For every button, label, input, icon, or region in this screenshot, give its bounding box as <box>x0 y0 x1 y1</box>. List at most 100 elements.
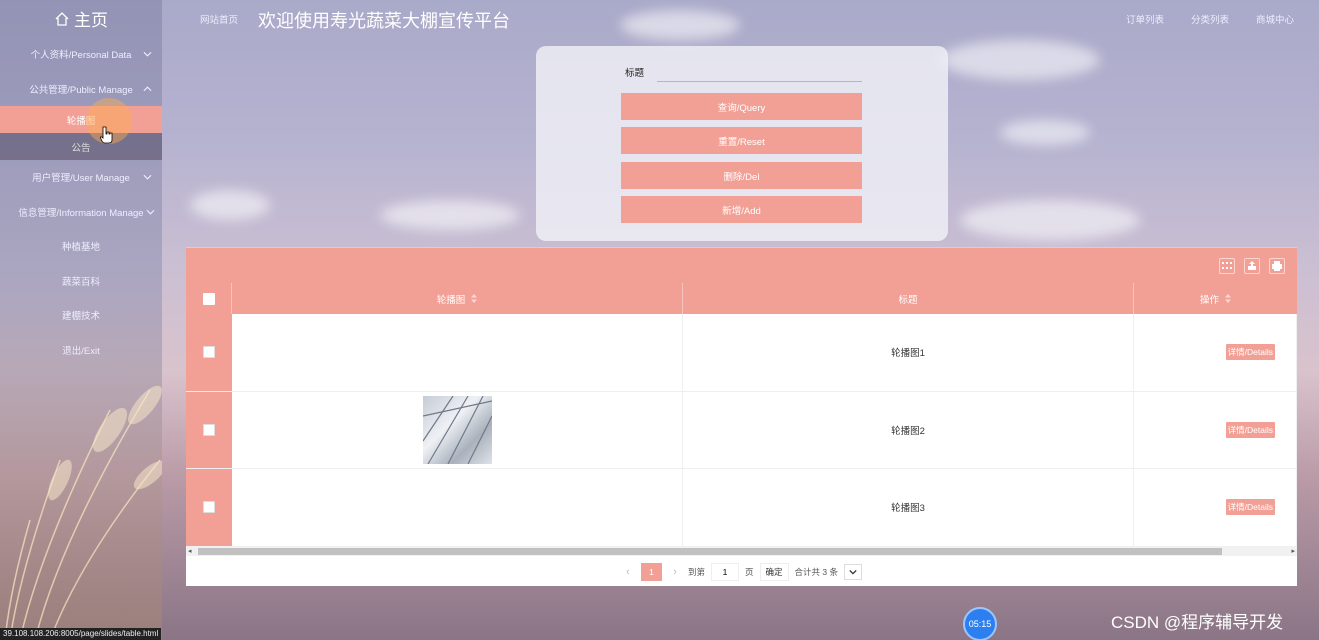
title-cell: 轮播图1 <box>683 314 1134 391</box>
sidebar-subitem-label: 公告 <box>71 142 91 154</box>
page-size-select[interactable] <box>844 564 862 580</box>
columns-icon[interactable] <box>1219 258 1235 274</box>
cloud-decoration <box>960 200 1140 240</box>
details-button[interactable]: 详情/Details <box>1225 421 1275 438</box>
recording-timer: 05:15 <box>963 607 997 640</box>
home-icon <box>55 11 69 26</box>
operation-cell: 详情/Details <box>1134 391 1297 468</box>
table-row: 轮播图1 详情/Details <box>186 314 1297 392</box>
table-header: 轮播图 标题 操作 <box>186 283 1297 314</box>
sidebar-item-planting-base[interactable]: 种植基地 <box>0 229 162 264</box>
image-cell <box>232 314 683 391</box>
operation-cell: 详情/Details <box>1134 314 1297 391</box>
goto-confirm-button[interactable]: 确定 <box>759 563 789 581</box>
title-cell: 轮播图3 <box>683 469 1134 546</box>
row-check-cell <box>186 314 232 391</box>
search-row: 标题 <box>625 62 862 82</box>
select-all-cell <box>186 283 232 314</box>
row-checkbox[interactable] <box>203 346 215 359</box>
cloud-decoration <box>940 40 1100 80</box>
sort-icon <box>1225 294 1231 303</box>
next-page-icon[interactable]: › <box>668 566 682 578</box>
sidebar-item-label: 个人资料/Personal Data <box>30 50 132 62</box>
header-image[interactable]: 轮播图 <box>232 283 683 314</box>
total-count: 合计共 3 条 <box>794 567 838 577</box>
mall-center-link[interactable]: 商城中心 <box>1256 12 1294 26</box>
prev-page-icon[interactable]: ‹ <box>621 566 635 578</box>
row-check-cell <box>186 469 232 546</box>
image-cell <box>232 469 683 546</box>
pagination: ‹ 1 › 到第 页 确定 合计共 3 条 <box>186 562 1297 582</box>
header-label: 操作 <box>1199 294 1219 306</box>
chevron-down-icon <box>146 209 155 215</box>
sidebar-subitem-slides[interactable]: 轮播图 <box>0 106 162 133</box>
grass-decoration <box>4 385 162 640</box>
row-check-cell <box>186 391 232 468</box>
site-home-link[interactable]: 网站首页 <box>200 12 238 26</box>
header-operation[interactable]: 操作 <box>1134 283 1297 314</box>
export-icon[interactable] <box>1244 258 1260 274</box>
chevron-down-icon <box>143 175 152 180</box>
cloud-decoration <box>380 200 520 230</box>
title-cell: 轮播图2 <box>683 391 1134 468</box>
table-row: 轮播图2 详情/Details <box>186 391 1297 469</box>
add-button[interactable]: 新增/Add <box>621 196 862 223</box>
sidebar-item-exit[interactable]: 退出/Exit <box>0 333 162 368</box>
select-all-checkbox[interactable] <box>202 292 215 305</box>
header-label: 标题 <box>898 294 918 306</box>
current-page[interactable]: 1 <box>641 563 662 581</box>
details-button[interactable]: 详情/Details <box>1225 499 1275 516</box>
scroll-left-icon[interactable]: ◂ <box>188 547 192 555</box>
scrollbar-thumb[interactable] <box>198 548 1222 555</box>
page-unit-label: 页 <box>745 567 754 577</box>
sidebar-item-vegetable-encyclopedia[interactable]: 蔬菜百科 <box>0 264 162 299</box>
table-card: 轮播图 标题 操作 轮播图1 详情/Details 轮播图2 详情/Detail… <box>186 247 1297 586</box>
table-row: 轮播图3 详情/Details <box>186 469 1297 547</box>
chevron-down-icon <box>143 52 152 57</box>
title-search-input[interactable] <box>657 62 862 82</box>
sidebar-item-label: 建棚技术 <box>61 311 100 323</box>
image-cell <box>232 391 683 468</box>
sidebar-item-label: 种植基地 <box>61 242 100 254</box>
sidebar-item-greenhouse-technology[interactable]: 建棚技术 <box>0 298 162 333</box>
sidebar-item-label: 信息管理/Information Manage <box>18 207 144 219</box>
operation-cell: 详情/Details <box>1134 469 1297 546</box>
category-list-link[interactable]: 分类列表 <box>1191 12 1229 26</box>
sidebar-item-label: 公共管理/Public Manage <box>29 84 133 96</box>
row-checkbox[interactable] <box>203 423 215 436</box>
sidebar-item-information-manage[interactable]: 信息管理/Information Manage <box>0 195 162 230</box>
details-button[interactable]: 详情/Details <box>1225 344 1275 361</box>
sidebar-subitem-notice[interactable]: 公告 <box>0 133 162 160</box>
sidebar-item-label: 蔬菜百科 <box>61 276 100 288</box>
sidebar-item-personal-data[interactable]: 个人资料/Personal Data <box>0 37 162 72</box>
goto-page-input[interactable] <box>711 563 740 581</box>
sidebar-item-user-manage[interactable]: 用户管理/User Manage <box>0 160 162 195</box>
row-checkbox[interactable] <box>203 501 215 514</box>
order-list-link[interactable]: 订单列表 <box>1126 12 1164 26</box>
sidebar-item-public-manage[interactable]: 公共管理/Public Manage <box>0 72 162 107</box>
hand-cursor-icon <box>100 126 113 144</box>
reset-button[interactable]: 重置/Reset <box>621 127 862 154</box>
cloud-decoration <box>1000 120 1090 145</box>
chevron-up-icon <box>143 86 152 91</box>
sort-icon <box>471 294 478 303</box>
sidebar-home-link[interactable]: 主页 <box>0 0 162 37</box>
title-search-label: 标题 <box>625 68 645 79</box>
delete-button[interactable]: 删除/Del <box>621 162 862 189</box>
sidebar-home-label: 主页 <box>74 11 108 30</box>
sidebar-item-label: 退出/Exit <box>62 345 100 357</box>
top-bar: 网站首页 欢迎使用寿光蔬菜大棚宣传平台 订单列表 分类列表 商城中心 <box>162 0 1319 38</box>
page-title: 欢迎使用寿光蔬菜大棚宣传平台 <box>258 11 510 31</box>
chevron-down-icon <box>849 569 857 575</box>
data-table: 轮播图 标题 操作 轮播图1 详情/Details 轮播图2 详情/Detail… <box>186 283 1297 547</box>
status-bar-url: 39.108.108.206:8005/page/slides/table.ht… <box>0 628 162 640</box>
table-toolbar <box>186 247 1297 283</box>
print-icon[interactable] <box>1269 258 1285 274</box>
table-tools <box>1219 258 1285 274</box>
sidebar-item-label: 用户管理/User Manage <box>32 173 130 185</box>
query-button[interactable]: 查询/Query <box>621 93 862 120</box>
watermark: CSDN @程序辅导开发 <box>1111 613 1284 632</box>
horizontal-scrollbar[interactable]: ◂ ▸ <box>186 546 1297 556</box>
header-label: 轮播图 <box>436 294 466 306</box>
scroll-right-icon[interactable]: ▸ <box>1291 547 1295 555</box>
